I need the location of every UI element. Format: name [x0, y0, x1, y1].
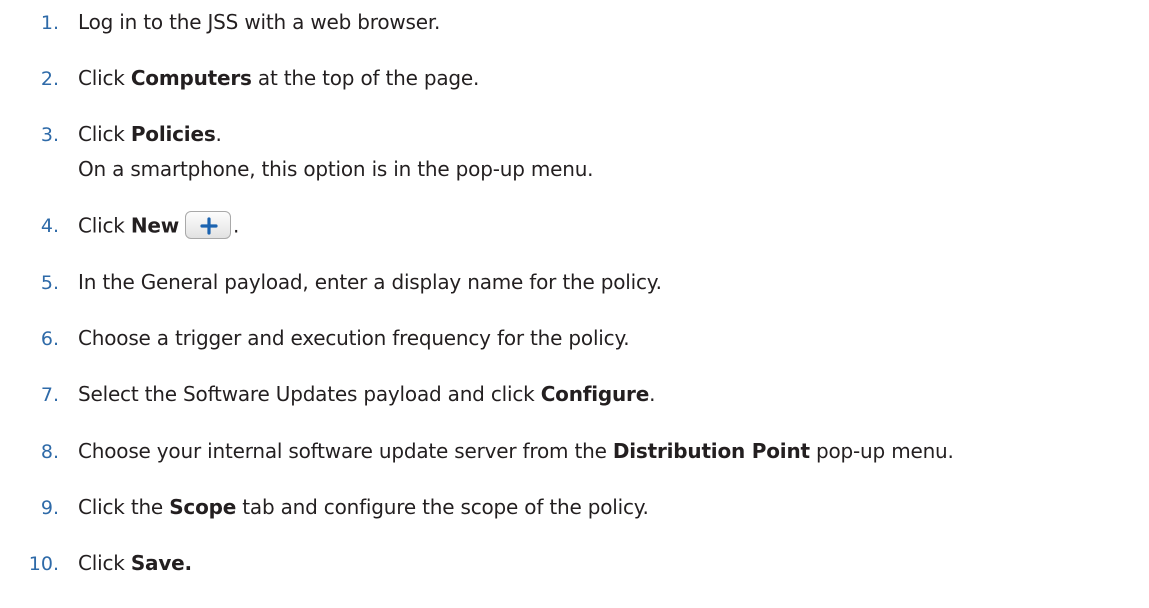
step-item: 3. Click Policies.	[0, 118, 1149, 148]
bold-ui-term: Save.	[130, 551, 192, 575]
step-number: 5.	[40, 272, 59, 294]
step-text-part: pop-up menu.	[809, 439, 954, 463]
step-note: On a smartphone, this option is in the p…	[0, 153, 1149, 183]
step-text: Select the Software Updates payload and …	[78, 382, 655, 406]
step-text-part: .	[215, 122, 222, 146]
step-item: 8. Choose your internal software update s…	[0, 435, 1149, 465]
new-button-image	[185, 211, 232, 239]
bold-ui-term: Configure	[540, 382, 650, 406]
step-text-part: Select the Software Updates payload and …	[78, 382, 541, 406]
step-text-part: .	[233, 213, 240, 238]
step-number: 10.	[28, 553, 59, 575]
bold-ui-term: Scope	[169, 495, 237, 519]
step-item: 7. Select the Software Updates payload an…	[0, 378, 1149, 408]
step-number: 2.	[40, 68, 59, 90]
step-number: 9.	[40, 497, 59, 519]
step-number: 7.	[40, 384, 59, 406]
step-text: Click Save.	[78, 551, 192, 575]
step-item: 6. Choose a trigger and execution frequen…	[0, 322, 1149, 352]
step-item: 5. In the General payload, enter a displa…	[0, 266, 1149, 296]
step-text: Choose your internal software update ser…	[78, 439, 954, 463]
step-text-part: Log in to the JSS with a web browser.	[78, 10, 441, 34]
step-text-part: Click	[78, 213, 131, 238]
step-text: Click New.	[78, 211, 240, 241]
step-number: 4.	[40, 215, 59, 237]
step-text: In the General payload, enter a display …	[78, 270, 662, 294]
step-text-part: Click the	[78, 495, 170, 519]
step-item: 10. Click Save.	[0, 547, 1149, 577]
step-number: 3.	[40, 124, 59, 146]
step-text-part: Click	[78, 66, 131, 90]
step-text-part: Click	[78, 122, 131, 146]
step-number: 8.	[40, 441, 59, 463]
step-text: Click the Scope tab and configure the sc…	[78, 495, 649, 519]
step-number: 1.	[40, 12, 59, 34]
step-text-part: Choose a trigger and execution frequency…	[78, 326, 630, 350]
bold-ui-term: New	[130, 213, 180, 238]
step-item: 9. Click the Scope tab and configure the …	[0, 491, 1149, 521]
step-text-part: tab and configure the scope of the polic…	[236, 495, 649, 519]
step-text-part: In the General payload, enter a display …	[78, 270, 662, 294]
step-text: Click Computers at the top of the page.	[78, 66, 479, 90]
step-item: 4. Click New.	[0, 209, 1149, 239]
step-item: 2. Click Computers at the top of the page…	[0, 62, 1149, 92]
step-item: 1. Log in to the JSS with a web browser.	[0, 6, 1149, 36]
step-text-part: Choose your internal software update ser…	[78, 439, 613, 463]
step-text: Click Policies.	[78, 122, 222, 146]
step-number: 6.	[40, 328, 59, 350]
step-note-text: On a smartphone, this option is in the p…	[78, 157, 594, 181]
step-text-part: .	[649, 382, 656, 406]
bold-ui-term: Computers	[130, 66, 252, 90]
bold-ui-term: Distribution Point	[612, 439, 810, 463]
step-text-part: at the top of the page.	[251, 66, 480, 90]
step-text: Log in to the JSS with a web browser.	[78, 10, 440, 34]
bold-ui-term: Policies	[130, 122, 216, 146]
plus-icon	[200, 217, 218, 235]
step-text-part: Click	[78, 551, 131, 575]
step-text: Choose a trigger and execution frequency…	[78, 326, 630, 350]
